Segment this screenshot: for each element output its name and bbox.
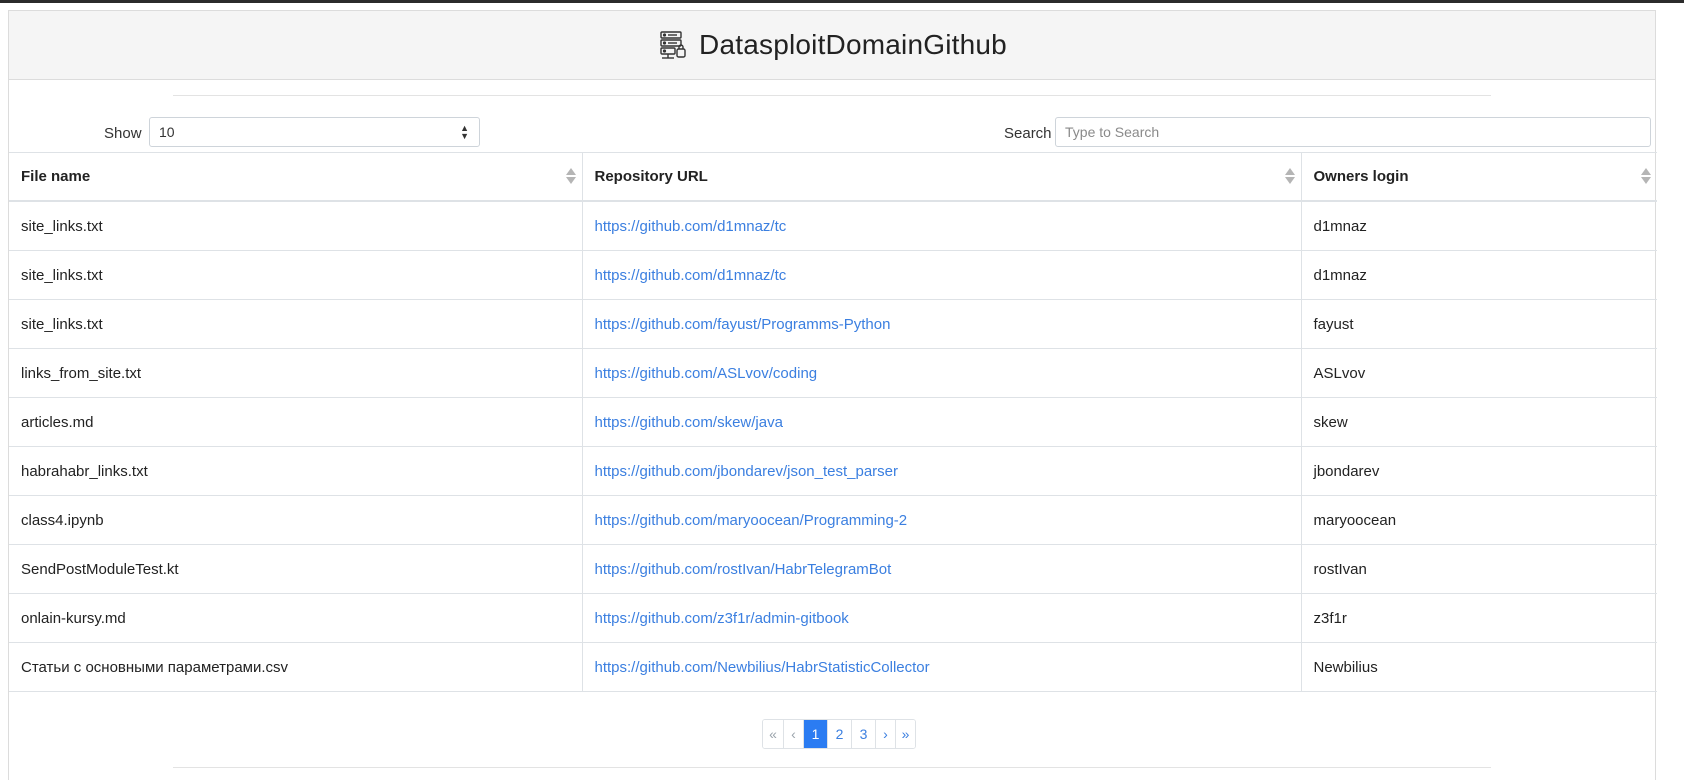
column-header-repository-url[interactable]: Repository URL (581, 152, 1302, 202)
page-button-3[interactable]: 3 (851, 720, 875, 748)
file-name-cell: SendPostModuleTest.kt (9, 544, 583, 594)
sort-icon (1284, 168, 1295, 184)
repository-url-cell: https://github.com/z3f1r/admin-gitbook (581, 593, 1302, 643)
page-title: DatasploitDomainGithub (699, 29, 1007, 60)
owner-login-cell: Newbilius (1300, 642, 1657, 692)
page-header: DatasploitDomainGithub (9, 11, 1655, 80)
file-name-cell: articles.md (9, 397, 583, 447)
column-label: File name (21, 168, 91, 185)
next-page-button[interactable]: › (875, 720, 895, 748)
file-name-cell: site_links.txt (9, 250, 583, 300)
table-row: links_from_site.txt https://github.com/A… (9, 348, 1657, 398)
table-row: onlain-kursy.md https://github.com/z3f1r… (9, 593, 1657, 643)
table-row: site_links.txt https://github.com/fayust… (9, 299, 1657, 349)
repository-url-cell: https://github.com/fayust/Programms-Pyth… (581, 299, 1302, 349)
column-label: Owners login (1313, 168, 1409, 185)
repository-url-cell: https://github.com/jbondarev/json_test_p… (581, 446, 1302, 496)
search-label: Search (1004, 125, 1052, 142)
repository-link[interactable]: https://github.com/skew/java (595, 414, 783, 431)
owner-login-cell: jbondarev (1300, 446, 1657, 496)
server-stack-icon (657, 29, 689, 61)
last-page-button[interactable]: » (895, 720, 915, 748)
owner-login-cell: skew (1300, 397, 1657, 447)
page-size-value: 10 (159, 124, 175, 140)
repository-url-cell: https://github.com/d1mnaz/tc (581, 250, 1302, 300)
table-row: site_links.txt https://github.com/d1mnaz… (9, 250, 1657, 300)
repository-url-cell: https://github.com/ASLvov/coding (581, 348, 1302, 398)
repository-url-cell: https://github.com/rostIvan/HabrTelegram… (581, 544, 1302, 594)
repository-url-cell: https://github.com/skew/java (581, 397, 1302, 447)
main-panel: DatasploitDomainGithub Show 10 ▲ ▼ Search… (8, 10, 1657, 780)
file-name-cell: class4.ipynb (9, 495, 583, 545)
first-page-button[interactable]: « (763, 720, 783, 748)
sort-icon (565, 168, 576, 184)
owner-login-cell: rostIvan (1300, 544, 1657, 594)
repository-link[interactable]: https://github.com/jbondarev/json_test_p… (595, 463, 899, 480)
owner-login-cell: maryoocean (1300, 495, 1657, 545)
owner-login-cell: d1mnaz (1300, 250, 1657, 300)
page-size-select[interactable]: 10 ▲ ▼ (149, 117, 480, 147)
owner-login-cell: z3f1r (1300, 593, 1657, 643)
previous-page-button[interactable]: ‹ (783, 720, 803, 748)
file-name-cell: links_from_site.txt (9, 348, 583, 398)
repository-link[interactable]: https://github.com/fayust/Programms-Pyth… (595, 316, 891, 333)
owner-login-cell: d1mnaz (1300, 200, 1657, 251)
repository-link[interactable]: https://github.com/d1mnaz/tc (595, 218, 787, 235)
table-row: class4.ipynb https://github.com/maryooce… (9, 495, 1657, 545)
top-rule (0, 0, 1684, 3)
table-row: Статьи с основными параметрами.csv https… (9, 642, 1657, 692)
repository-link[interactable]: https://github.com/ASLvov/coding (595, 365, 818, 382)
repository-url-cell: https://github.com/d1mnaz/tc (581, 200, 1302, 251)
results-table: File name Repository URL Owners login si… (9, 152, 1657, 692)
file-name-cell: site_links.txt (9, 200, 583, 251)
column-header-file-name[interactable]: File name (9, 152, 583, 202)
repository-url-cell: https://github.com/maryoocean/Programmin… (581, 495, 1302, 545)
file-name-cell: habrahabr_links.txt (9, 446, 583, 496)
column-label: Repository URL (594, 168, 708, 185)
table-row: SendPostModuleTest.kt https://github.com… (9, 544, 1657, 594)
page-button-2[interactable]: 2 (827, 720, 851, 748)
show-label: Show (104, 125, 142, 142)
pagination: « ‹ 1 2 3 › » (762, 719, 916, 749)
divider-bottom (173, 767, 1491, 768)
owner-login-cell: ASLvov (1300, 348, 1657, 398)
table-header-row: File name Repository URL Owners login (9, 152, 1657, 202)
table-row: articles.md https://github.com/skew/java… (9, 397, 1657, 447)
table-row: habrahabr_links.txt https://github.com/j… (9, 446, 1657, 496)
owner-login-cell: fayust (1300, 299, 1657, 349)
divider-top (173, 95, 1491, 96)
file-name-cell: onlain-kursy.md (9, 593, 583, 643)
search-input[interactable] (1055, 117, 1651, 147)
repository-link[interactable]: https://github.com/Newbilius/HabrStatist… (595, 659, 930, 676)
column-header-owners-login[interactable]: Owners login (1300, 152, 1657, 202)
select-arrows-icon: ▲ ▼ (460, 123, 469, 141)
repository-link[interactable]: https://github.com/rostIvan/HabrTelegram… (595, 561, 892, 578)
page-button-1[interactable]: 1 (803, 720, 827, 748)
repository-link[interactable]: https://github.com/maryoocean/Programmin… (595, 512, 908, 529)
file-name-cell: Статьи с основными параметрами.csv (9, 642, 583, 692)
table-row: site_links.txt https://github.com/d1mnaz… (9, 200, 1657, 251)
sort-icon (1641, 168, 1651, 184)
repository-link[interactable]: https://github.com/z3f1r/admin-gitbook (595, 610, 849, 627)
table-controls: Show 10 ▲ ▼ Search (9, 117, 1655, 149)
repository-url-cell: https://github.com/Newbilius/HabrStatist… (581, 642, 1302, 692)
repository-link[interactable]: https://github.com/d1mnaz/tc (595, 267, 787, 284)
file-name-cell: site_links.txt (9, 299, 583, 349)
